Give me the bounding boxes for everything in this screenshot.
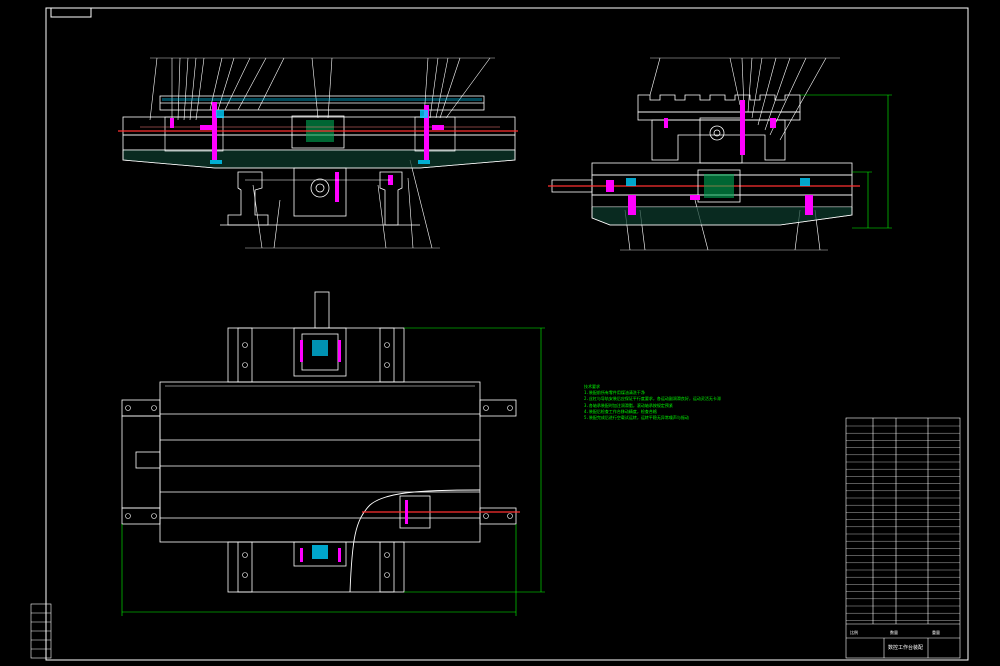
sheet-mark-weight: 重量 [932,629,940,635]
sheet-mark-qty: 数量 [890,629,898,635]
technical-notes: 技术要求 1.装配前所有零件用煤油清洗干净 2.丝杠与导轨安装后应保证平行度要求… [584,384,834,421]
parts-list-rows [846,425,960,621]
drawing-title: 数控工作台装配 [888,644,923,651]
sheet-mark-scale: 比例 [850,629,858,635]
parts-list [845,417,961,659]
side-view [548,57,892,251]
note-line: 5.装配完成后进行空载试运转，运转平稳无异常噪声与振动 [584,414,689,420]
sheet-border [45,7,969,661]
top-view [121,291,545,616]
front-view [118,57,518,249]
cad-drawing-canvas: 数控工作台装配 比例 数量 重量 [30,7,969,661]
revision-box [30,603,52,659]
